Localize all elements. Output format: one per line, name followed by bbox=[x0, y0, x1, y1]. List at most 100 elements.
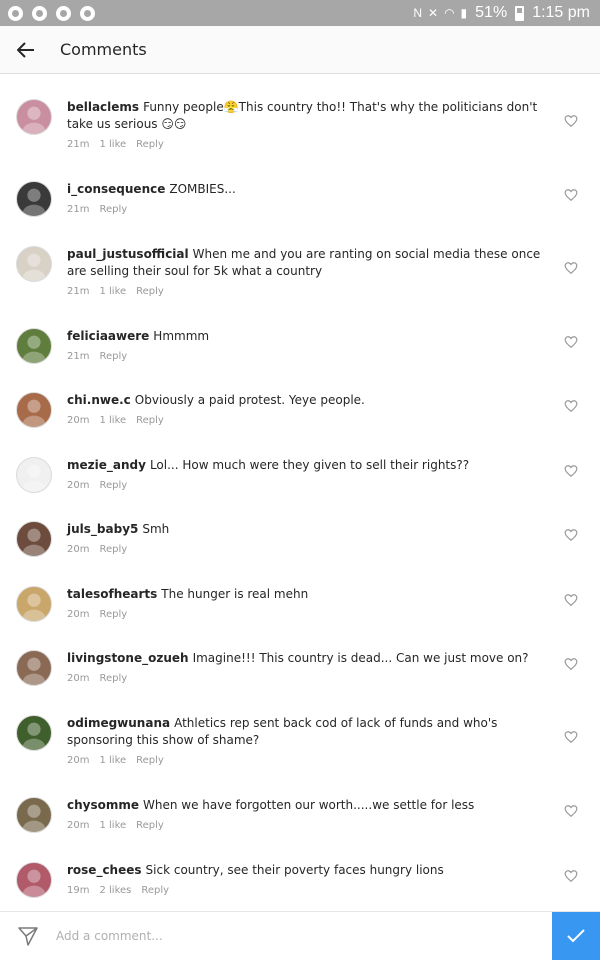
reply-link[interactable]: Reply bbox=[99, 673, 127, 684]
notification-dot-icon bbox=[80, 5, 95, 21]
comment-list[interactable]: ˜ bellaclems Funny people😤This country th… bbox=[0, 75, 600, 911]
comment-meta: 21m 1 like Reply bbox=[67, 139, 164, 150]
reply-link[interactable]: Reply bbox=[136, 755, 164, 766]
comment-time: 21m bbox=[67, 351, 90, 362]
heart-icon[interactable] bbox=[564, 656, 578, 671]
page-title: Comments bbox=[60, 40, 147, 59]
comment-text: i_consequence ZOMBIES... bbox=[67, 181, 557, 198]
reply-link[interactable]: Reply bbox=[99, 480, 127, 491]
comment-text: bellaclems Funny people😤This country tho!… bbox=[67, 99, 557, 133]
heart-icon[interactable] bbox=[564, 187, 578, 202]
comment-row: mezie_andy Lol... How much were they give… bbox=[0, 457, 600, 521]
comment-text: rose_chees Sick country, see their povert… bbox=[67, 862, 557, 879]
avatar[interactable] bbox=[16, 715, 52, 751]
comment-body: Smh bbox=[142, 522, 170, 536]
comment-username[interactable]: livingstone_ozueh bbox=[67, 651, 189, 665]
comment-username[interactable]: chi.nwe.c bbox=[67, 393, 131, 407]
heart-icon[interactable] bbox=[564, 398, 578, 413]
comment-row: bellaclems Funny people😤This country tho!… bbox=[0, 99, 600, 163]
comment-body: Obviously a paid protest. Yeye people. bbox=[134, 393, 365, 407]
comment-text: paul_justusofficial When me and you are r… bbox=[67, 246, 557, 280]
comment-time: 20m bbox=[67, 415, 90, 426]
comment-time: 20m bbox=[67, 673, 90, 684]
comment-like-count[interactable]: 1 like bbox=[99, 415, 126, 426]
comment-username[interactable]: odimegwunana bbox=[67, 716, 170, 730]
comment-like-count[interactable]: 1 like bbox=[99, 286, 126, 297]
avatar[interactable] bbox=[16, 328, 52, 364]
heart-icon[interactable] bbox=[564, 592, 578, 607]
post-button[interactable] bbox=[552, 911, 600, 960]
wifi-icon: ◠ bbox=[444, 6, 455, 20]
comment-like-count[interactable]: 2 likes bbox=[99, 885, 131, 896]
comment-username[interactable]: talesofhearts bbox=[67, 587, 157, 601]
reply-link[interactable]: Reply bbox=[99, 204, 127, 215]
heart-icon[interactable] bbox=[564, 803, 578, 818]
avatar[interactable] bbox=[16, 521, 52, 557]
avatar[interactable] bbox=[16, 392, 52, 428]
notification-dot-icon bbox=[8, 5, 23, 21]
heart-icon[interactable] bbox=[564, 729, 578, 744]
avatar[interactable] bbox=[16, 586, 52, 622]
comment-username[interactable]: i_consequence bbox=[67, 182, 165, 196]
comment-username[interactable]: chysomme bbox=[67, 798, 139, 812]
heart-icon[interactable] bbox=[564, 334, 578, 349]
comment-time: 20m bbox=[67, 755, 90, 766]
comment-like-count[interactable]: 1 like bbox=[99, 139, 126, 150]
comment-username[interactable]: rose_chees bbox=[67, 863, 142, 877]
heart-icon[interactable] bbox=[564, 113, 578, 128]
comment-meta: 21m Reply bbox=[67, 204, 127, 215]
comment-text: chysomme When we have forgotten our worth… bbox=[67, 797, 557, 814]
comment-row: paul_justusofficial When me and you are r… bbox=[0, 246, 600, 310]
avatar[interactable] bbox=[16, 99, 52, 135]
comment-time: 21m bbox=[67, 139, 90, 150]
heart-icon[interactable] bbox=[564, 527, 578, 542]
comment-username[interactable]: mezie_andy bbox=[67, 458, 146, 472]
battery-icon bbox=[515, 5, 525, 21]
mute-icon: ✕ bbox=[428, 6, 439, 20]
reply-link[interactable]: Reply bbox=[136, 820, 164, 831]
reply-link[interactable]: Reply bbox=[136, 415, 164, 426]
avatar[interactable] bbox=[16, 181, 52, 217]
comment-row: i_consequence ZOMBIES... 21m Reply bbox=[0, 181, 600, 245]
reply-link[interactable]: Reply bbox=[99, 351, 127, 362]
comment-time: 20m bbox=[67, 544, 90, 555]
reply-link[interactable]: Reply bbox=[141, 885, 169, 896]
comment-meta: 21m 1 like Reply bbox=[67, 286, 164, 297]
comment-username[interactable]: feliciaawere bbox=[67, 329, 149, 343]
comment-row: livingstone_ozueh Imagine!!! This country… bbox=[0, 650, 600, 714]
comment-body: Hmmmm bbox=[153, 329, 210, 343]
comment-username[interactable]: bellaclems bbox=[67, 100, 139, 114]
comment-text: feliciaawere Hmmmm bbox=[67, 328, 557, 345]
scroll-indicator: ˜ bbox=[148, 75, 153, 84]
heart-icon[interactable] bbox=[564, 260, 578, 275]
avatar[interactable] bbox=[16, 457, 52, 493]
comment-username[interactable]: paul_justusofficial bbox=[67, 247, 189, 261]
send-direct-icon[interactable] bbox=[0, 912, 56, 960]
comment-text: odimegwunana Athletics rep sent back cod … bbox=[67, 715, 557, 749]
comment-text: chi.nwe.c Obviously a paid protest. Yeye … bbox=[67, 392, 557, 409]
comment-like-count[interactable]: 1 like bbox=[99, 820, 126, 831]
reply-link[interactable]: Reply bbox=[99, 544, 127, 555]
heart-icon[interactable] bbox=[564, 868, 578, 883]
comment-text: livingstone_ozueh Imagine!!! This country… bbox=[67, 650, 557, 667]
comment-like-count[interactable]: 1 like bbox=[99, 755, 126, 766]
comment-body: Sick country, see their poverty faces hu… bbox=[145, 863, 444, 877]
comment-row: chysomme When we have forgotten our worth… bbox=[0, 797, 600, 861]
heart-icon[interactable] bbox=[564, 463, 578, 478]
avatar[interactable] bbox=[16, 650, 52, 686]
comment-meta: 21m Reply bbox=[67, 351, 127, 362]
comment-text: mezie_andy Lol... How much were they give… bbox=[67, 457, 557, 474]
avatar[interactable] bbox=[16, 862, 52, 898]
nfc-icon: N bbox=[413, 6, 422, 20]
comment-body: When we have forgotten our worth.....we … bbox=[143, 798, 475, 812]
back-arrow-icon[interactable] bbox=[0, 26, 52, 74]
comment-body: The hunger is real mehn bbox=[161, 587, 309, 601]
avatar[interactable] bbox=[16, 246, 52, 282]
avatar[interactable] bbox=[16, 797, 52, 833]
reply-link[interactable]: Reply bbox=[99, 609, 127, 620]
comment-username[interactable]: juls_baby5 bbox=[67, 522, 138, 536]
reply-link[interactable]: Reply bbox=[136, 286, 164, 297]
reply-link[interactable]: Reply bbox=[136, 139, 164, 150]
comment-input[interactable] bbox=[56, 911, 552, 960]
signal-icon: ▮ bbox=[460, 6, 468, 20]
